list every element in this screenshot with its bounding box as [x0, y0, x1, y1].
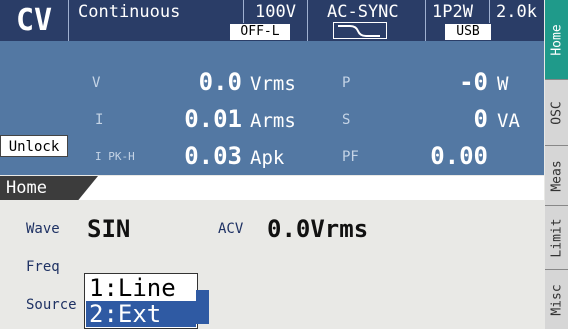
- power-label: P: [342, 75, 351, 91]
- power-unit: W: [497, 73, 509, 95]
- apparent-power-value: 0: [473, 105, 488, 133]
- freq-label: Freq: [26, 259, 60, 275]
- voltage-label: V: [92, 75, 101, 91]
- output-mode-label: Continuous: [78, 2, 181, 22]
- apparent-power-unit: VA: [497, 110, 520, 132]
- tab-limit[interactable]: Limit: [545, 206, 568, 270]
- peak-current-label: I PK-H: [95, 150, 135, 163]
- divider: [307, 0, 308, 41]
- usb-badge: USB: [444, 23, 492, 41]
- power-value: -0: [459, 68, 488, 96]
- tab-misc[interactable]: Misc: [545, 270, 568, 329]
- output-state-badge: OFF-L: [229, 23, 291, 41]
- peak-current-value: 0.03: [184, 142, 242, 170]
- current-label: I: [95, 112, 104, 128]
- wave-value[interactable]: SIN: [87, 215, 130, 243]
- tab-meas-label: Meas: [549, 159, 564, 192]
- voltage-unit: Vrms: [250, 73, 296, 95]
- mode-indicator: CV: [15, 3, 53, 38]
- peak-current-unit: Apk: [250, 147, 285, 169]
- power-factor-value: 0.00: [430, 142, 488, 170]
- wiring-label: 1P2W: [432, 2, 473, 22]
- measurement-panel: V 0.0 Vrms P -0 W I 0.01 Arms S 0 VA I P…: [0, 41, 544, 175]
- current-unit: Arms: [250, 110, 296, 132]
- selection-highlight: [196, 290, 209, 324]
- tab-limit-label: Limit: [549, 217, 564, 258]
- tab-osc[interactable]: OSC: [545, 80, 568, 146]
- tab-home[interactable]: Home: [545, 0, 568, 80]
- divider: [489, 0, 490, 24]
- tab-home-label: Home: [549, 23, 564, 56]
- current-value: 0.01: [184, 105, 242, 133]
- acv-value[interactable]: 0.0Vrms: [267, 215, 368, 243]
- option-ext[interactable]: 2:Ext: [86, 301, 196, 327]
- freq-range-label: 2.0k: [496, 2, 537, 22]
- voltage-range-label: 100V: [255, 2, 296, 22]
- status-bar: CV Continuous 100V AC-SYNC 1P2W 2.0k OFF…: [0, 0, 544, 41]
- voltage-value: 0.0: [198, 68, 242, 96]
- power-factor-label: PF: [342, 149, 359, 165]
- tab-misc-label: Misc: [549, 283, 564, 316]
- ac-wave-icon: [333, 22, 387, 39]
- tab-osc-label: OSC: [549, 100, 564, 125]
- divider: [425, 0, 426, 41]
- sync-label: AC-SYNC: [327, 2, 399, 22]
- source-label: Source: [26, 297, 77, 313]
- tab-meas[interactable]: Meas: [545, 146, 568, 206]
- wave-label: Wave: [26, 221, 60, 237]
- unlock-button[interactable]: Unlock: [0, 135, 68, 157]
- apparent-power-label: S: [342, 112, 351, 128]
- acv-label: ACV: [218, 221, 244, 237]
- option-line[interactable]: 1:Line: [86, 275, 196, 301]
- divider: [68, 0, 69, 41]
- source-select-popup: 1:Line 2:Ext: [84, 273, 198, 329]
